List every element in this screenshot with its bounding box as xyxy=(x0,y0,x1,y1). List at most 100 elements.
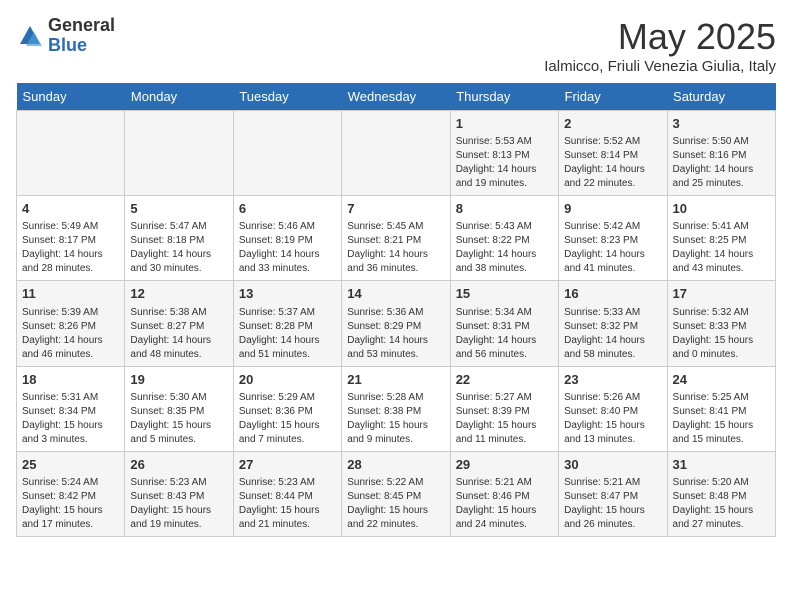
weekday-header-wednesday: Wednesday xyxy=(342,83,450,111)
calendar-cell: 25 Sunrise: 5:24 AM Sunset: 8:42 PM Dayli… xyxy=(17,451,125,536)
day-number: 23 xyxy=(564,371,661,389)
calendar-cell: 31 Sunrise: 5:20 AM Sunset: 8:48 PM Dayli… xyxy=(667,451,775,536)
calendar-cell xyxy=(342,111,450,196)
calendar-cell: 1 Sunrise: 5:53 AM Sunset: 8:13 PM Daylig… xyxy=(450,111,558,196)
calendar-cell: 20Sunrise: 5:29 AM Sunset: 8:36 PM Dayli… xyxy=(233,366,341,451)
logo-icon xyxy=(16,22,44,50)
day-info: Sunrise: 5:49 AM Sunset: 8:17 PM Dayligh… xyxy=(22,220,119,276)
weekday-header-sunday: Sunday xyxy=(17,83,125,111)
day-info: Sunrise: 5:53 AM Sunset: 8:13 PM Dayligh… xyxy=(456,135,553,191)
calendar-cell: 9 Sunrise: 5:42 AM Sunset: 8:23 PM Daylig… xyxy=(559,196,667,281)
day-info: Sunrise: 5:28 AM Sunset: 8:38 PM Dayligh… xyxy=(347,391,444,447)
logo: General Blue xyxy=(16,16,115,56)
day-info: Sunrise: 5:23 AM Sunset: 8:43 PM Dayligh… xyxy=(130,476,227,532)
day-info: Sunrise: 5:37 AM Sunset: 8:28 PM Dayligh… xyxy=(239,306,336,362)
day-number: 9 xyxy=(564,200,661,218)
calendar-cell: 13 Sunrise: 5:37 AM Sunset: 8:28 PM Dayli… xyxy=(233,281,341,366)
day-info: Sunrise: 5:46 AM Sunset: 8:19 PM Dayligh… xyxy=(239,220,336,276)
calendar-cell xyxy=(125,111,233,196)
day-number: 29 xyxy=(456,456,553,474)
calendar-cell: 17Sunrise: 5:32 AM Sunset: 8:33 PM Dayli… xyxy=(667,281,775,366)
day-info: Sunrise: 5:32 AM Sunset: 8:33 PM Dayligh… xyxy=(673,306,770,362)
day-info: Sunrise: 5:33 AM Sunset: 8:32 PM Dayligh… xyxy=(564,306,661,362)
day-number: 2 xyxy=(564,115,661,133)
calendar-cell: 19Sunrise: 5:30 AM Sunset: 8:35 PM Dayli… xyxy=(125,366,233,451)
calendar-cell: 21 Sunrise: 5:28 AM Sunset: 8:38 PM Dayli… xyxy=(342,366,450,451)
day-number: 28 xyxy=(347,456,444,474)
calendar-cell: 3Sunrise: 5:50 AM Sunset: 8:16 PM Daylig… xyxy=(667,111,775,196)
day-info: Sunrise: 5:52 AM Sunset: 8:14 PM Dayligh… xyxy=(564,135,661,191)
day-info: Sunrise: 5:39 AM Sunset: 8:26 PM Dayligh… xyxy=(22,306,119,362)
day-number: 10 xyxy=(673,200,770,218)
day-number: 30 xyxy=(564,456,661,474)
calendar-cell: 23 Sunrise: 5:26 AM Sunset: 8:40 PM Dayli… xyxy=(559,366,667,451)
day-info: Sunrise: 5:26 AM Sunset: 8:40 PM Dayligh… xyxy=(564,391,661,447)
day-info: Sunrise: 5:20 AM Sunset: 8:48 PM Dayligh… xyxy=(673,476,770,532)
calendar-cell: 24Sunrise: 5:25 AM Sunset: 8:41 PM Dayli… xyxy=(667,366,775,451)
calendar-cell: 12 Sunrise: 5:38 AM Sunset: 8:27 PM Dayli… xyxy=(125,281,233,366)
calendar-cell: 15 Sunrise: 5:34 AM Sunset: 8:31 PM Dayli… xyxy=(450,281,558,366)
day-number: 3 xyxy=(673,115,770,133)
calendar-cell: 2 Sunrise: 5:52 AM Sunset: 8:14 PM Daylig… xyxy=(559,111,667,196)
day-number: 5 xyxy=(130,200,227,218)
day-info: Sunrise: 5:31 AM Sunset: 8:34 PM Dayligh… xyxy=(22,391,119,447)
day-number: 12 xyxy=(130,285,227,303)
calendar-cell xyxy=(17,111,125,196)
calendar-cell: 6 Sunrise: 5:46 AM Sunset: 8:19 PM Daylig… xyxy=(233,196,341,281)
day-info: Sunrise: 5:43 AM Sunset: 8:22 PM Dayligh… xyxy=(456,220,553,276)
day-number: 15 xyxy=(456,285,553,303)
day-info: Sunrise: 5:36 AM Sunset: 8:29 PM Dayligh… xyxy=(347,306,444,362)
weekday-header-monday: Monday xyxy=(125,83,233,111)
calendar-cell: 28 Sunrise: 5:22 AM Sunset: 8:45 PM Dayli… xyxy=(342,451,450,536)
day-info: Sunrise: 5:42 AM Sunset: 8:23 PM Dayligh… xyxy=(564,220,661,276)
calendar-week-row: 4Sunrise: 5:49 AM Sunset: 8:17 PM Daylig… xyxy=(17,196,776,281)
calendar-cell: 5Sunrise: 5:47 AM Sunset: 8:18 PM Daylig… xyxy=(125,196,233,281)
calendar-cell: 10 Sunrise: 5:41 AM Sunset: 8:25 PM Dayli… xyxy=(667,196,775,281)
calendar-cell: 27 Sunrise: 5:23 AM Sunset: 8:44 PM Dayli… xyxy=(233,451,341,536)
day-number: 21 xyxy=(347,371,444,389)
weekday-header-thursday: Thursday xyxy=(450,83,558,111)
day-info: Sunrise: 5:38 AM Sunset: 8:27 PM Dayligh… xyxy=(130,306,227,362)
calendar-cell: 14 Sunrise: 5:36 AM Sunset: 8:29 PM Dayli… xyxy=(342,281,450,366)
day-info: Sunrise: 5:27 AM Sunset: 8:39 PM Dayligh… xyxy=(456,391,553,447)
day-info: Sunrise: 5:21 AM Sunset: 8:46 PM Dayligh… xyxy=(456,476,553,532)
day-number: 16 xyxy=(564,285,661,303)
day-number: 13 xyxy=(239,285,336,303)
day-number: 25 xyxy=(22,456,119,474)
day-info: Sunrise: 5:24 AM Sunset: 8:42 PM Dayligh… xyxy=(22,476,119,532)
weekday-header-friday: Friday xyxy=(559,83,667,111)
day-number: 8 xyxy=(456,200,553,218)
day-number: 22 xyxy=(456,371,553,389)
calendar-week-row: 1 Sunrise: 5:53 AM Sunset: 8:13 PM Daylig… xyxy=(17,111,776,196)
calendar-week-row: 11Sunrise: 5:39 AM Sunset: 8:26 PM Dayli… xyxy=(17,281,776,366)
day-info: Sunrise: 5:41 AM Sunset: 8:25 PM Dayligh… xyxy=(673,220,770,276)
day-info: Sunrise: 5:29 AM Sunset: 8:36 PM Dayligh… xyxy=(239,391,336,447)
day-number: 31 xyxy=(673,456,770,474)
day-number: 19 xyxy=(130,371,227,389)
day-number: 7 xyxy=(347,200,444,218)
calendar-cell xyxy=(233,111,341,196)
day-number: 18 xyxy=(22,371,119,389)
calendar-cell: 18 Sunrise: 5:31 AM Sunset: 8:34 PM Dayli… xyxy=(17,366,125,451)
logo-text: General Blue xyxy=(48,16,115,56)
calendar-cell: 4Sunrise: 5:49 AM Sunset: 8:17 PM Daylig… xyxy=(17,196,125,281)
calendar-week-row: 18 Sunrise: 5:31 AM Sunset: 8:34 PM Dayli… xyxy=(17,366,776,451)
day-number: 6 xyxy=(239,200,336,218)
page-header: General Blue May 2025 Ialmicco, Friuli V… xyxy=(16,16,776,75)
day-info: Sunrise: 5:22 AM Sunset: 8:45 PM Dayligh… xyxy=(347,476,444,532)
day-number: 14 xyxy=(347,285,444,303)
day-info: Sunrise: 5:45 AM Sunset: 8:21 PM Dayligh… xyxy=(347,220,444,276)
day-info: Sunrise: 5:23 AM Sunset: 8:44 PM Dayligh… xyxy=(239,476,336,532)
day-info: Sunrise: 5:34 AM Sunset: 8:31 PM Dayligh… xyxy=(456,306,553,362)
calendar-cell: 30Sunrise: 5:21 AM Sunset: 8:47 PM Dayli… xyxy=(559,451,667,536)
day-number: 24 xyxy=(673,371,770,389)
day-number: 27 xyxy=(239,456,336,474)
weekday-header-saturday: Saturday xyxy=(667,83,775,111)
title-block: May 2025 Ialmicco, Friuli Venezia Giulia… xyxy=(544,16,776,75)
calendar-cell: 8 Sunrise: 5:43 AM Sunset: 8:22 PM Daylig… xyxy=(450,196,558,281)
location-subtitle: Ialmicco, Friuli Venezia Giulia, Italy xyxy=(544,58,776,75)
calendar-cell: 26Sunrise: 5:23 AM Sunset: 8:43 PM Dayli… xyxy=(125,451,233,536)
calendar-cell: 29 Sunrise: 5:21 AM Sunset: 8:46 PM Dayli… xyxy=(450,451,558,536)
day-number: 1 xyxy=(456,115,553,133)
weekday-header-row: SundayMondayTuesdayWednesdayThursdayFrid… xyxy=(17,83,776,111)
